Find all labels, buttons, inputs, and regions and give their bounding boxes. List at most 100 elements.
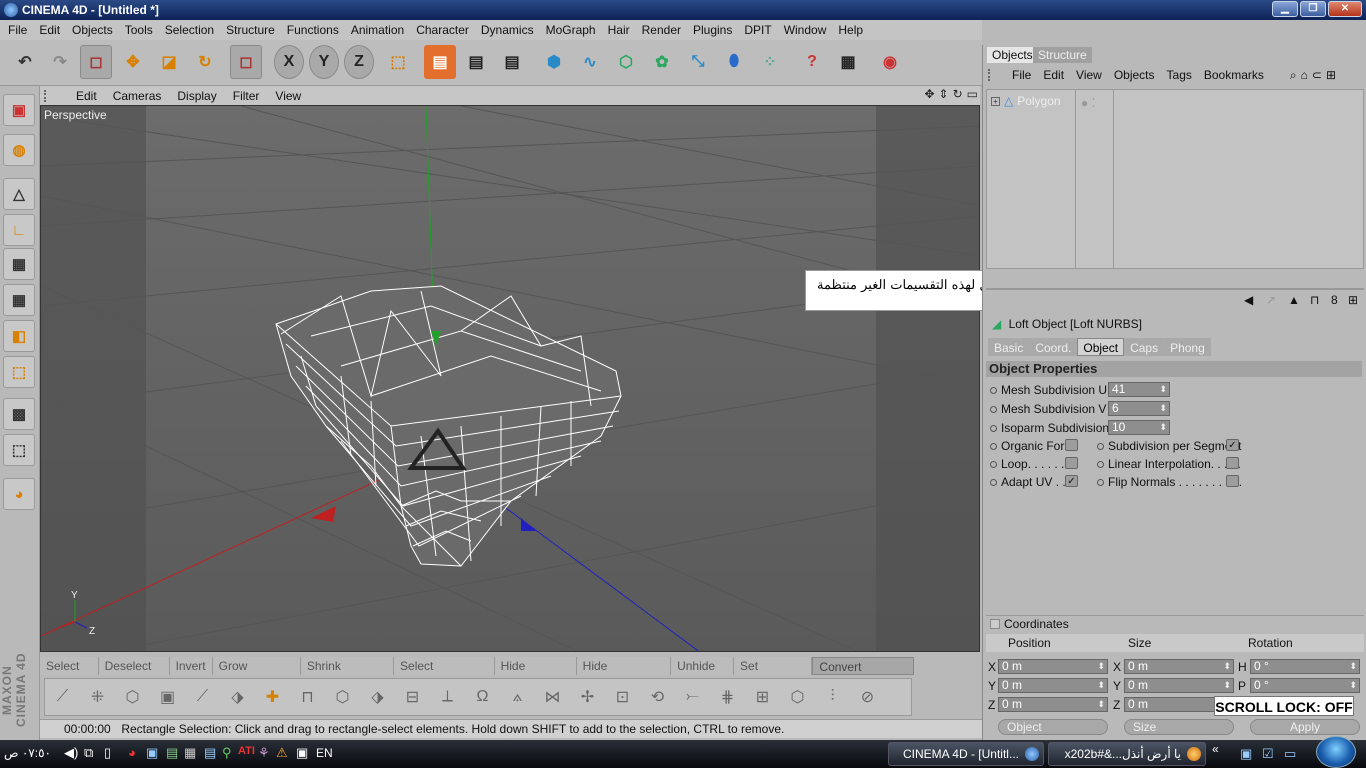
- ati-tray-icon[interactable]: ATI: [238, 745, 255, 757]
- isoparm-subdivision-input[interactable]: 10: [1108, 420, 1170, 435]
- render-settings-icon[interactable]: ▤: [496, 45, 528, 79]
- bevel-icon[interactable]: ⟋: [185, 681, 220, 713]
- polygons-mode-icon[interactable]: ▩: [3, 398, 35, 430]
- tray-app2-icon[interactable]: ▣: [296, 745, 308, 761]
- coordinates-toggle[interactable]: [990, 619, 1000, 629]
- language-indicator[interactable]: EN: [316, 746, 333, 760]
- up-arrow-icon[interactable]: ▲: [1288, 293, 1300, 307]
- menu-objects[interactable]: Objects: [66, 23, 119, 37]
- tray-tool-icon[interactable]: ⚘: [258, 745, 270, 761]
- maximize-button[interactable]: ❐: [1300, 1, 1326, 17]
- pos-x-input[interactable]: 0 m: [998, 659, 1108, 674]
- objects-menu-edit[interactable]: Edit: [1037, 68, 1070, 82]
- tab-basic[interactable]: Basic: [988, 338, 1030, 356]
- battery-icon[interactable]: ▯: [104, 745, 111, 761]
- y-axis-lock-icon[interactable]: Y: [309, 45, 339, 79]
- perspective-viewport[interactable]: Y Z: [40, 105, 980, 652]
- objects-menu-view[interactable]: View: [1070, 68, 1108, 82]
- rot-h-input[interactable]: 0 °: [1250, 659, 1360, 674]
- subdivide-icon[interactable]: ⬡: [325, 681, 360, 713]
- tab-caps[interactable]: Caps: [1124, 338, 1165, 356]
- flip-normals-checkbox[interactable]: [1226, 475, 1239, 487]
- size-mode-dropdown[interactable]: Size: [1124, 719, 1234, 735]
- menu-dynamics[interactable]: Dynamics: [475, 23, 540, 37]
- bridge-icon[interactable]: ⬗: [220, 681, 255, 713]
- rectangle-select-icon[interactable]: ◻: [80, 45, 112, 79]
- model-mode-icon[interactable]: ◍: [3, 134, 35, 166]
- volume-icon[interactable]: ◀): [64, 745, 78, 761]
- scene-object-icon[interactable]: ⬮: [718, 45, 750, 79]
- untriangulate-icon[interactable]: ⊟: [395, 681, 430, 713]
- z-axis-lock-icon[interactable]: Z: [344, 45, 374, 79]
- coordinate-mode-dropdown[interactable]: Object: [998, 719, 1108, 735]
- maximize-view-icon[interactable]: ▭: [967, 87, 978, 103]
- menu-character[interactable]: Character: [410, 23, 475, 37]
- forward-arrow-icon[interactable]: ↗: [1266, 293, 1276, 307]
- tray-alert-icon[interactable]: ⚠: [276, 745, 288, 761]
- menu-mograph[interactable]: MoGraph: [540, 23, 602, 37]
- render-view-icon[interactable]: ▤: [424, 45, 456, 79]
- close-button[interactable]: ✕: [1328, 1, 1362, 17]
- menu-window[interactable]: Window: [778, 23, 833, 37]
- menu-dpit[interactable]: DPIT: [738, 23, 777, 37]
- tab-coord[interactable]: Coord.: [1029, 338, 1078, 356]
- apply-button[interactable]: Apply: [1250, 719, 1360, 735]
- rotate-icon[interactable]: ↻: [189, 45, 221, 79]
- organic-form-checkbox[interactable]: [1065, 439, 1078, 451]
- live-select-icon[interactable]: ◻: [230, 45, 262, 79]
- nurbs-icon[interactable]: ⬡: [610, 45, 642, 79]
- layout-switch-icon[interactable]: ▣: [3, 94, 35, 126]
- objects-menu-bookmarks[interactable]: Bookmarks: [1198, 68, 1270, 82]
- taskbar-browser[interactable]: يا أرض أنذل...&#x202b: [1048, 742, 1206, 766]
- minimize-button[interactable]: ▁: [1272, 1, 1298, 17]
- workplane-icon[interactable]: ▦: [3, 284, 35, 316]
- cube-primitive-icon[interactable]: ⬢: [538, 45, 570, 79]
- new-panel-icon[interactable]: ⊞: [1324, 68, 1338, 82]
- tweak-mode-icon[interactable]: ⬚: [3, 434, 35, 466]
- tab-structure[interactable]: Structure: [1033, 47, 1092, 63]
- quick-launch-icon-2[interactable]: ☑: [1262, 746, 1274, 762]
- object-name[interactable]: Polygon: [1017, 94, 1060, 108]
- viewport-menu-filter[interactable]: Filter: [225, 89, 268, 103]
- brush-icon[interactable]: ⊘: [850, 681, 885, 713]
- create-polygon-icon[interactable]: ✚: [255, 681, 290, 713]
- expand-icon[interactable]: +: [991, 96, 1000, 106]
- pos-y-input[interactable]: 0 m: [998, 678, 1108, 693]
- object-axis-icon[interactable]: △: [3, 178, 35, 210]
- smooth-shift-icon[interactable]: ⟂: [430, 681, 465, 713]
- extrude-inner-icon[interactable]: ▣: [150, 681, 185, 713]
- connect-icon[interactable]: ⤚: [675, 681, 710, 713]
- menu-functions[interactable]: Functions: [281, 23, 345, 37]
- dolly-icon[interactable]: ⇕: [939, 87, 949, 103]
- objects-menu-file[interactable]: File: [1006, 68, 1037, 82]
- split-icon[interactable]: ⟑: [500, 681, 535, 713]
- menu-structure[interactable]: Structure: [220, 23, 281, 37]
- particle-icon[interactable]: ⁘: [754, 45, 786, 79]
- browser-icon[interactable]: ◉: [874, 45, 906, 79]
- weld-icon[interactable]: Ω: [465, 681, 500, 713]
- menu-animation[interactable]: Animation: [345, 23, 410, 37]
- deselect-all-button[interactable]: Deselect All: [98, 657, 170, 691]
- grow-selection-button[interactable]: Grow Selection: [212, 657, 301, 691]
- invert-button[interactable]: Invert: [169, 657, 213, 675]
- tray-settings-icon[interactable]: ▤: [204, 745, 216, 761]
- optimize-icon[interactable]: ⟲: [640, 681, 675, 713]
- extrude-icon[interactable]: ⬡: [115, 681, 150, 713]
- render-picture-viewer-icon[interactable]: ▤: [460, 45, 492, 79]
- linear-interpolation-checkbox[interactable]: [1226, 457, 1239, 469]
- rot-p-input[interactable]: 0 °: [1250, 678, 1360, 693]
- edges-mode-icon[interactable]: ⬚: [3, 356, 35, 388]
- search-icon[interactable]: ⌕: [1288, 68, 1299, 83]
- layout-icon[interactable]: ▦: [832, 45, 864, 79]
- tray-devices-icon[interactable]: ▦: [184, 745, 196, 761]
- shrink-selection-button[interactable]: Shrink Selection: [300, 657, 395, 691]
- sculpt-icon[interactable]: ◕: [3, 478, 35, 510]
- home-icon[interactable]: ⌂: [1299, 68, 1310, 82]
- mesh-subdivision-u-input[interactable]: 41: [1108, 382, 1170, 397]
- link-icon[interactable]: ⊂: [1310, 68, 1324, 82]
- menu-selection[interactable]: Selection: [159, 23, 220, 37]
- adapt-uv-checkbox[interactable]: ✓: [1065, 475, 1078, 487]
- tab-phong[interactable]: Phong: [1164, 338, 1211, 356]
- array-tool-icon[interactable]: ⫶: [815, 681, 850, 713]
- show-desktop-icon[interactable]: ▭: [1284, 746, 1296, 762]
